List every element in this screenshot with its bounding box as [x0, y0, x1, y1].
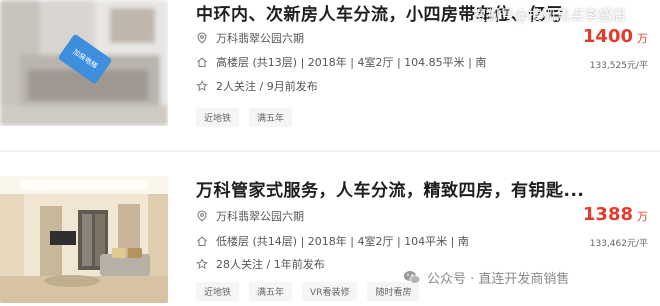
house-icon [197, 236, 207, 246]
price-unit: 万 [637, 32, 648, 45]
followers-info: 2人关注 / 9月前发布 [216, 80, 318, 93]
price-value: 1400 [582, 26, 633, 47]
details-row: 低楼层 (共14层) | 2018年 | 4室2厅 | 104平米 | 南 [196, 233, 469, 249]
tag-list: 近地铁 满五年 VR看装修 随时看房 [196, 282, 420, 301]
listing-details: 低楼层 (共14层) | 2018年 | 4室2厅 | 104平米 | 南 [216, 235, 469, 248]
community-row: 万科翡翠公园六期 [196, 208, 304, 224]
star-icon [196, 258, 208, 270]
total-price: 1400 万 [583, 26, 648, 47]
tag: VR看装修 [302, 282, 358, 301]
divider [0, 150, 660, 152]
tag: 近地铁 [196, 108, 240, 127]
community-row: 万科翡翠公园六期 [196, 30, 304, 46]
unit-price: 133,525元/平 [589, 61, 648, 71]
tag: 满五年 [249, 282, 293, 301]
house-icon [197, 57, 207, 67]
total-price: 1388 万 [583, 204, 648, 225]
tag: 满五年 [249, 108, 293, 127]
listing-details: 高楼层 (共13层) | 2018年 | 4室2厅 | 104.85平米 | 南 [216, 56, 487, 69]
listing-thumbnail[interactable]: 加装电梯 [0, 0, 168, 126]
followers-row: 28人关注 / 1年前发布 [196, 256, 325, 272]
watermark-bottom-text: 公众号 · 直连开发商销售 [427, 272, 570, 287]
tag-list: 近地铁 满五年 [196, 108, 293, 127]
location-icon [197, 210, 207, 222]
listing-title[interactable]: 万科管家式服务，人车分流，精致四房，有钥匙... [196, 176, 584, 201]
watermark-top: 搜狐号@搜狐焦点李感店 [472, 8, 626, 24]
community-name[interactable]: 万科翡翠公园六期 [216, 208, 304, 224]
price-value: 1388 [582, 204, 633, 225]
details-row: 高楼层 (共13层) | 2018年 | 4室2厅 | 104.85平米 | 南 [196, 54, 486, 70]
listing-thumbnail[interactable] [0, 176, 168, 303]
followers-row: 2人关注 / 9月前发布 [196, 78, 318, 94]
tag: 近地铁 [196, 282, 240, 301]
price-unit: 万 [637, 210, 648, 223]
location-icon [197, 32, 207, 44]
community-name[interactable]: 万科翡翠公园六期 [216, 30, 304, 46]
watermark-bottom: 公众号 · 直连开发商销售 [403, 268, 569, 287]
star-icon [196, 80, 208, 92]
unit-price: 133,462元/平 [589, 239, 648, 249]
wechat-icon [403, 271, 421, 284]
followers-info: 28人关注 / 1年前发布 [216, 258, 325, 271]
